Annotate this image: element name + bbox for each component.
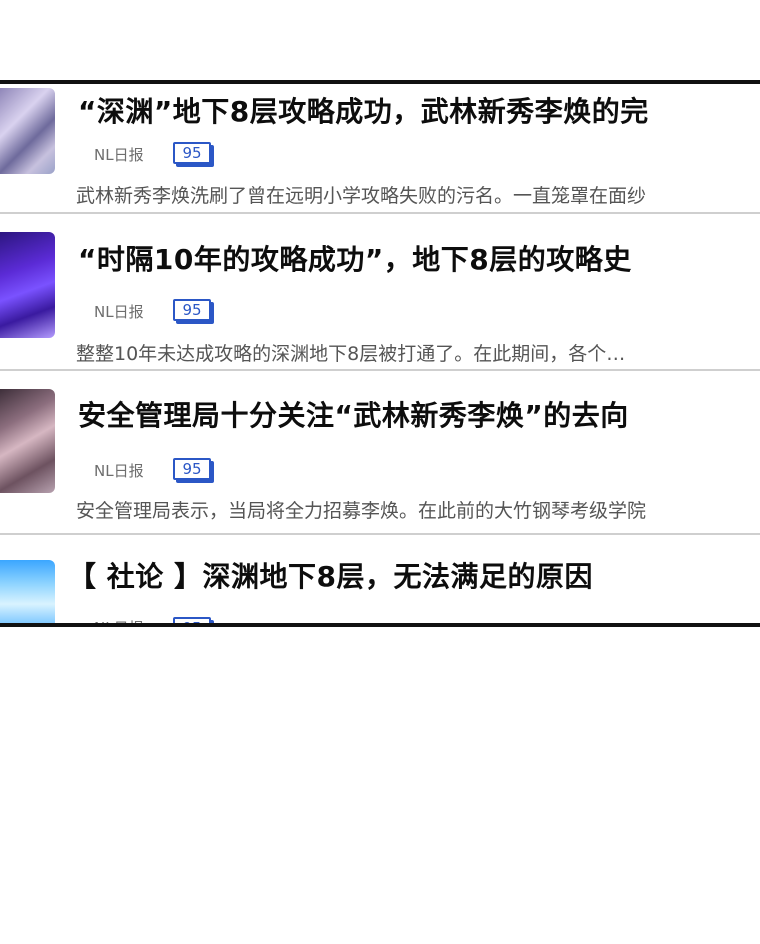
- article-thumbnail[interactable]: [0, 232, 55, 338]
- article-title[interactable]: “深渊”地下8层攻略成功，武林新秀李焕的完: [78, 90, 649, 130]
- article-excerpt: 安全管理局表示，当局将全力招募李焕。在此前的大竹钢琴考级学院: [76, 500, 647, 522]
- article-title[interactable]: “时隔10年的攻略成功”，地下8层的攻略史: [78, 238, 632, 278]
- article-source: NL日报: [94, 303, 144, 321]
- score-badge: 95: [173, 142, 211, 164]
- article-excerpt: 整整10年未达成攻略的深渊地下8层被打通了。在此期间，各个…: [76, 343, 626, 365]
- score-badge: 95: [173, 458, 211, 480]
- news-item[interactable]: 【 社论 】深渊地下8层，无法满足的原因 NL日报 95: [0, 535, 760, 623]
- article-thumbnail[interactable]: [0, 560, 55, 623]
- news-list-panel: “深渊”地下8层攻略成功，武林新秀李焕的完 NL日报 95 武林新秀李焕洗刷了曾…: [0, 80, 760, 627]
- article-title[interactable]: 【 社论 】深渊地下8层，无法满足的原因: [68, 555, 593, 595]
- article-source: NL日报: [94, 146, 144, 164]
- article-title[interactable]: 安全管理局十分关注“武林新秀李焕”的去向: [78, 394, 629, 434]
- article-source: NL日报: [94, 617, 144, 623]
- news-item[interactable]: “深渊”地下8层攻略成功，武林新秀李焕的完 NL日报 95 武林新秀李焕洗刷了曾…: [0, 84, 760, 214]
- score-badge: 95: [173, 299, 211, 321]
- news-item[interactable]: “时隔10年的攻略成功”，地下8层的攻略史 NL日报 95 整整10年未达成攻略…: [0, 214, 760, 370]
- article-excerpt: 武林新秀李焕洗刷了曾在远明小学攻略失败的污名。一直笼罩在面纱: [76, 185, 647, 207]
- article-thumbnail[interactable]: [0, 389, 55, 493]
- news-item[interactable]: 安全管理局十分关注“武林新秀李焕”的去向 NL日报 95 安全管理局表示，当局将…: [0, 371, 760, 535]
- article-thumbnail[interactable]: [0, 88, 55, 174]
- score-badge: 95: [173, 617, 211, 623]
- article-source: NL日报: [94, 462, 144, 480]
